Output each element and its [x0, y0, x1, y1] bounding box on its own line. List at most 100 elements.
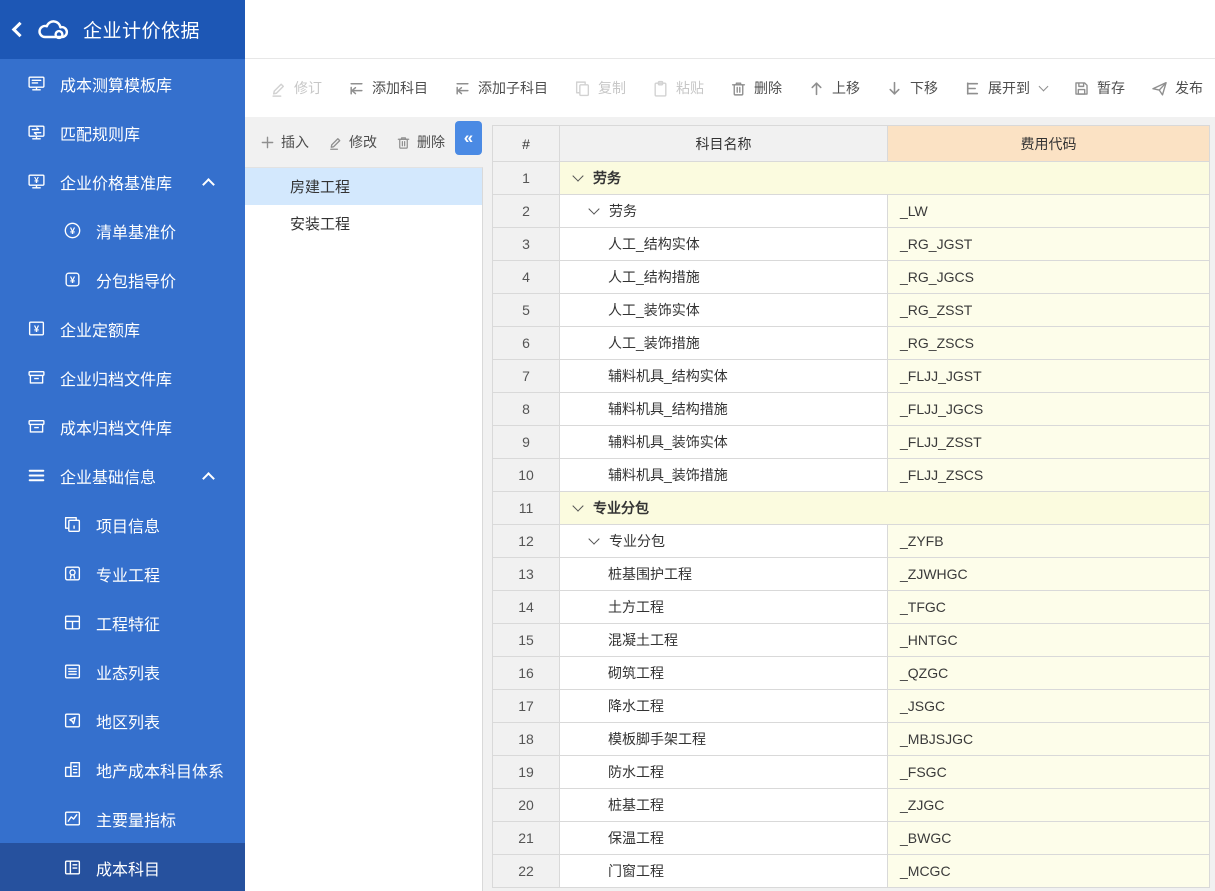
sidebar-item[interactable]: 主要量指标 — [0, 794, 245, 843]
fee-code-cell[interactable]: _TFGC — [888, 591, 1210, 624]
sidebar-item[interactable]: 企业归档文件库 — [0, 353, 245, 402]
table-row[interactable]: 14 土方工程 _TFGC — [493, 591, 1210, 624]
fee-code-cell[interactable]: _RG_ZSST — [888, 294, 1210, 327]
sidebar-item[interactable]: 企业定额库 — [0, 304, 245, 353]
fee-code-cell[interactable]: _BWGC — [888, 822, 1210, 855]
table-row[interactable]: 10 辅料机具_装饰措施 _FLJJ_ZSCS — [493, 459, 1210, 492]
fee-code-cell[interactable]: _RG_JGCS — [888, 261, 1210, 294]
sidebar-item[interactable]: 业态列表 — [0, 647, 245, 696]
table-row[interactable]: 3 人工_结构实体 _RG_JGST — [493, 228, 1210, 261]
sidebar-item[interactable]: 成本测算模板库 — [0, 59, 245, 108]
subject-name-cell[interactable]: 劳务 — [560, 195, 888, 228]
fee-code-cell[interactable]: _ZJWHGC — [888, 558, 1210, 591]
table-row[interactable]: 15 混凝土工程 _HNTGC — [493, 624, 1210, 657]
fee-code-cell[interactable]: _QZGC — [888, 657, 1210, 690]
collapse-caret-icon[interactable] — [588, 203, 599, 214]
subject-name-cell[interactable]: 降水工程 — [560, 690, 888, 723]
toolbar-button[interactable]: 展开到 — [964, 78, 1047, 98]
toolbar-button[interactable]: 删除 — [730, 78, 782, 98]
table-row[interactable]: 20 桩基工程 _ZJGC — [493, 789, 1210, 822]
panel-button[interactable]: 删除 — [396, 132, 445, 152]
toolbar-button[interactable]: 上移 — [808, 78, 860, 98]
table-row[interactable]: 13 桩基围护工程 _ZJWHGC — [493, 558, 1210, 591]
sidebar-item[interactable]: 工程特征 — [0, 598, 245, 647]
table-row[interactable]: 16 砌筑工程 _QZGC — [493, 657, 1210, 690]
back-icon[interactable] — [12, 22, 28, 38]
fee-code-cell[interactable]: _FLJJ_ZSCS — [888, 459, 1210, 492]
fee-code-cell[interactable]: _RG_ZSCS — [888, 327, 1210, 360]
table-row[interactable]: 6 人工_装饰措施 _RG_ZSCS — [493, 327, 1210, 360]
sidebar-item[interactable]: 清单基准价 — [0, 206, 245, 255]
table-row[interactable]: 8 辅料机具_结构措施 _FLJJ_JGCS — [493, 393, 1210, 426]
panel-button[interactable]: 插入 — [260, 132, 309, 152]
fee-code-cell[interactable]: _FLJJ_ZSST — [888, 426, 1210, 459]
table-row[interactable]: 1 劳务 — [493, 162, 1210, 195]
sidebar-item[interactable]: 匹配规则库 — [0, 108, 245, 157]
subject-name-cell[interactable]: 辅料机具_结构实体 — [560, 360, 888, 393]
sidebar-item[interactable]: 分包指导价 — [0, 255, 245, 304]
collapse-panel-button[interactable]: « — [455, 121, 482, 155]
sidebar-item[interactable]: 专业工程 — [0, 549, 245, 598]
table-row[interactable]: 7 辅料机具_结构实体 _FLJJ_JGST — [493, 360, 1210, 393]
subject-name-cell[interactable]: 桩基围护工程 — [560, 558, 888, 591]
subject-name-cell[interactable]: 辅料机具_结构措施 — [560, 393, 888, 426]
subject-name-cell[interactable]: 人工_装饰实体 — [560, 294, 888, 327]
fee-code-cell[interactable]: _JSGC — [888, 690, 1210, 723]
subject-name-cell[interactable]: 劳务 — [560, 162, 1210, 195]
table-row[interactable]: 11 专业分包 — [493, 492, 1210, 525]
subject-name-cell[interactable]: 土方工程 — [560, 591, 888, 624]
toolbar-button[interactable]: 添加子科目 — [454, 78, 548, 98]
fee-code-cell[interactable]: _ZYFB — [888, 525, 1210, 558]
fee-code-cell[interactable]: _FLJJ_JGCS — [888, 393, 1210, 426]
sidebar-item[interactable]: 项目信息 — [0, 500, 245, 549]
table-row[interactable]: 21 保温工程 _BWGC — [493, 822, 1210, 855]
subject-name-cell[interactable]: 专业分包 — [560, 525, 888, 558]
subject-name-cell[interactable]: 砌筑工程 — [560, 657, 888, 690]
toolbar-button[interactable]: 粘贴 — [652, 78, 704, 98]
subject-name-cell[interactable]: 门窗工程 — [560, 855, 888, 888]
subject-name-cell[interactable]: 辅料机具_装饰实体 — [560, 426, 888, 459]
fee-code-cell[interactable]: _FLJJ_JGST — [888, 360, 1210, 393]
sidebar-item[interactable]: 地产成本科目体系 — [0, 745, 245, 794]
tree-item[interactable]: 安装工程 — [245, 205, 482, 242]
subject-name-cell[interactable]: 辅料机具_装饰措施 — [560, 459, 888, 492]
fee-code-cell[interactable]: _RG_JGST — [888, 228, 1210, 261]
sidebar-item[interactable]: 企业基础信息 — [0, 451, 245, 500]
collapse-caret-icon[interactable] — [572, 170, 583, 181]
toolbar-button[interactable]: 复制 — [574, 78, 626, 98]
subject-name-cell[interactable]: 混凝土工程 — [560, 624, 888, 657]
table-row[interactable]: 19 防水工程 _FSGC — [493, 756, 1210, 789]
subject-name-cell[interactable]: 人工_结构措施 — [560, 261, 888, 294]
sidebar-item[interactable]: 成本归档文件库 — [0, 402, 245, 451]
toolbar-button[interactable]: 修订 — [270, 78, 322, 98]
toolbar-button[interactable]: 发布 — [1151, 78, 1203, 98]
toolbar-button[interactable]: 下移 — [886, 78, 938, 98]
tree-item[interactable]: 房建工程 — [245, 168, 482, 205]
fee-code-cell[interactable]: _MBJSJGC — [888, 723, 1210, 756]
fee-code-cell[interactable]: _HNTGC — [888, 624, 1210, 657]
sidebar-item[interactable]: 企业价格基准库 — [0, 157, 245, 206]
sidebar-item[interactable]: 成本科目 — [0, 843, 245, 891]
toolbar-button[interactable]: 暂存 — [1073, 78, 1125, 98]
sidebar-item[interactable]: 地区列表 — [0, 696, 245, 745]
table-row[interactable]: 5 人工_装饰实体 _RG_ZSST — [493, 294, 1210, 327]
collapse-caret-icon[interactable] — [572, 500, 583, 511]
toolbar-button[interactable]: 添加科目 — [348, 78, 428, 98]
fee-code-cell[interactable]: _ZJGC — [888, 789, 1210, 822]
table-row[interactable]: 12 专业分包 _ZYFB — [493, 525, 1210, 558]
subject-name-cell[interactable]: 保温工程 — [560, 822, 888, 855]
table-row[interactable]: 18 模板脚手架工程 _MBJSJGC — [493, 723, 1210, 756]
subject-name-cell[interactable]: 模板脚手架工程 — [560, 723, 888, 756]
table-row[interactable]: 9 辅料机具_装饰实体 _FLJJ_ZSST — [493, 426, 1210, 459]
fee-code-cell[interactable]: _FSGC — [888, 756, 1210, 789]
table-row[interactable]: 4 人工_结构措施 _RG_JGCS — [493, 261, 1210, 294]
subject-name-cell[interactable]: 人工_装饰措施 — [560, 327, 888, 360]
fee-code-cell[interactable]: _MCGC — [888, 855, 1210, 888]
table-row[interactable]: 17 降水工程 _JSGC — [493, 690, 1210, 723]
fee-code-cell[interactable]: _LW — [888, 195, 1210, 228]
collapse-caret-icon[interactable] — [588, 533, 599, 544]
subject-name-cell[interactable]: 桩基工程 — [560, 789, 888, 822]
subject-name-cell[interactable]: 专业分包 — [560, 492, 1210, 525]
table-row[interactable]: 2 劳务 _LW — [493, 195, 1210, 228]
subject-name-cell[interactable]: 人工_结构实体 — [560, 228, 888, 261]
